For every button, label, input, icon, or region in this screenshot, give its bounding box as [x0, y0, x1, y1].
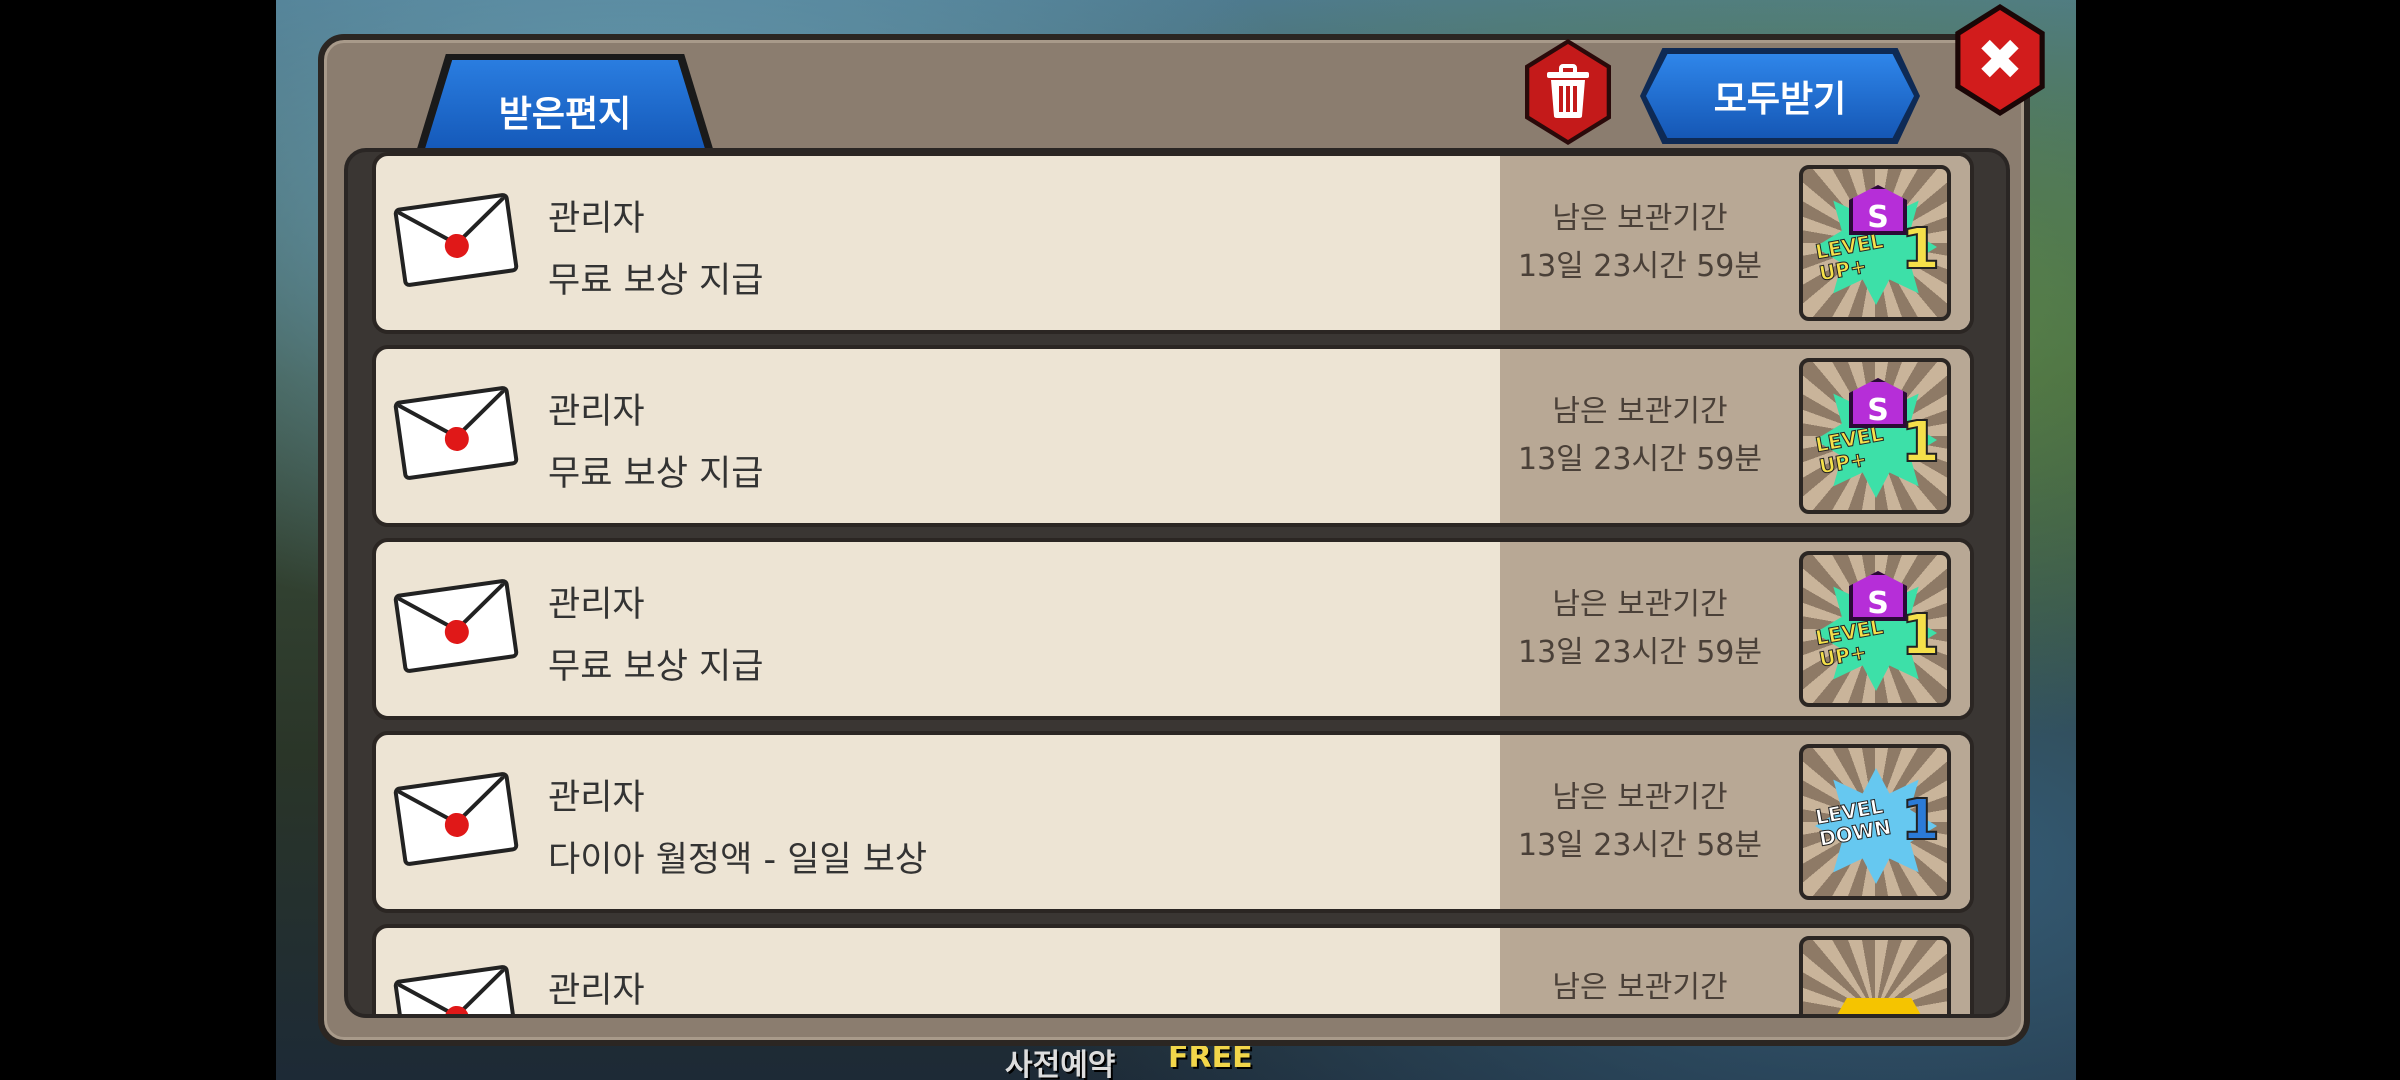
- expiry-label: 남은 보관기간: [1552, 201, 1728, 236]
- mail-subject: 무료 보상 지급: [548, 261, 764, 301]
- reward-slot[interactable]: S LEVEL UP+ 1: [1780, 542, 1970, 716]
- mail-list[interactable]: 관리자 무료 보상 지급 남은 보관기간 13일 23시간 59분 S LEVE…: [344, 148, 2010, 1018]
- tab-received-mail[interactable]: 받은편지: [424, 60, 706, 152]
- expiry-time: 13일 23시간 58분: [1518, 828, 1762, 863]
- game-screen: 사전예약 FREE 받은편지 모두받기 ✖ 관리자 무료 보상 지급 남은 보관…: [0, 0, 2400, 1080]
- reward-number: 1: [1900, 216, 1941, 283]
- reward-number: 1: [1900, 409, 1941, 476]
- expiry-label: 남은 보관기간: [1552, 780, 1728, 815]
- reward-slot[interactable]: S LEVEL UP+ 1: [1780, 156, 1970, 330]
- expiry-label: 남은 보관기간: [1552, 587, 1728, 622]
- expiry-time: 13일 23시간 59분: [1518, 249, 1762, 284]
- expiry-info: 남은 보관기간 13일 23시간 59분: [1500, 156, 1780, 330]
- s-badge: S: [1849, 378, 1907, 428]
- reward-slot[interactable]: S LEVEL UP+ 1: [1780, 349, 1970, 523]
- close-icon: ✖: [1976, 27, 2024, 93]
- mail-sender: 관리자: [548, 778, 645, 818]
- expiry-label: 남은 보관기간: [1552, 394, 1728, 429]
- reward-slot[interactable]: LEVEL DOWN 1: [1780, 735, 1970, 909]
- envelope-icon: [392, 385, 520, 481]
- level-down-ticket-icon: LEVEL DOWN 1: [1799, 744, 1951, 900]
- envelope-icon: [392, 964, 520, 1014]
- envelope-icon: [392, 578, 520, 674]
- expiry-info: 남은 보관기간 13일 23시간 59분: [1500, 542, 1780, 716]
- envelope-icon: [392, 192, 520, 288]
- expiry-info: 남은 보관기간 13일 23시간 58분: [1500, 735, 1780, 909]
- expiry-time: 13일 23시간 59분: [1518, 635, 1762, 670]
- expiry-label: 남은 보관기간: [1552, 970, 1728, 1005]
- s-badge: S: [1849, 571, 1907, 621]
- mail-sender: 관리자: [548, 585, 645, 625]
- mail-item[interactable]: 관리자 무료 보상 지급 남은 보관기간 13일 23시간 59분 S LEVE…: [372, 538, 1974, 720]
- mailbox-popup: 받은편지 모두받기 ✖ 관리자 무료 보상 지급 남은 보관기간 13일 23시…: [318, 4, 2045, 1046]
- claim-all-label: 모두받기: [1713, 79, 1847, 120]
- gem-shape: [1833, 998, 1925, 1014]
- level-up-ticket-icon: S LEVEL UP+ 1: [1799, 551, 1951, 707]
- claim-all-button[interactable]: 모두받기: [1646, 54, 1914, 138]
- trash-icon: [1547, 64, 1589, 118]
- expiry-info: 남은 보관기간 13일 23시간 59분: [1500, 349, 1780, 523]
- mail-item[interactable]: 관리자 남은 보관기간: [372, 924, 1974, 1014]
- mail-item[interactable]: 관리자 무료 보상 지급 남은 보관기간 13일 23시간 59분 S LEVE…: [372, 152, 1974, 334]
- pre-registration-caption: 사전예약: [1005, 1048, 1116, 1080]
- mail-subject: 다이아 월정액 - 일일 보상: [548, 840, 928, 880]
- mail-sender: 관리자: [548, 971, 645, 1011]
- tab-received-mail-label: 받은편지: [498, 94, 632, 135]
- reward-slot[interactable]: [1780, 928, 1970, 1014]
- expiry-info: 남은 보관기간: [1500, 928, 1780, 1014]
- reward-number: 1: [1900, 787, 1941, 854]
- mail-item[interactable]: 관리자 다이아 월정액 - 일일 보상 남은 보관기간 13일 23시간 58분…: [372, 731, 1974, 913]
- mail-sender: 관리자: [548, 199, 645, 239]
- mail-subject: 무료 보상 지급: [548, 647, 764, 687]
- reward-number: 1: [1900, 602, 1941, 669]
- s-badge: S: [1849, 185, 1907, 235]
- envelope-icon: [392, 771, 520, 867]
- mail-sender: 관리자: [548, 392, 645, 432]
- mail-item[interactable]: 관리자 무료 보상 지급 남은 보관기간 13일 23시간 59분 S LEVE…: [372, 345, 1974, 527]
- mail-subject: 무료 보상 지급: [548, 454, 764, 494]
- level-up-ticket-icon: S LEVEL UP+ 1: [1799, 165, 1951, 321]
- delete-button[interactable]: [1529, 44, 1607, 140]
- level-up-ticket-icon: S LEVEL UP+ 1: [1799, 358, 1951, 514]
- expiry-time: 13일 23시간 59분: [1518, 442, 1762, 477]
- diamond-icon: [1799, 936, 1951, 1014]
